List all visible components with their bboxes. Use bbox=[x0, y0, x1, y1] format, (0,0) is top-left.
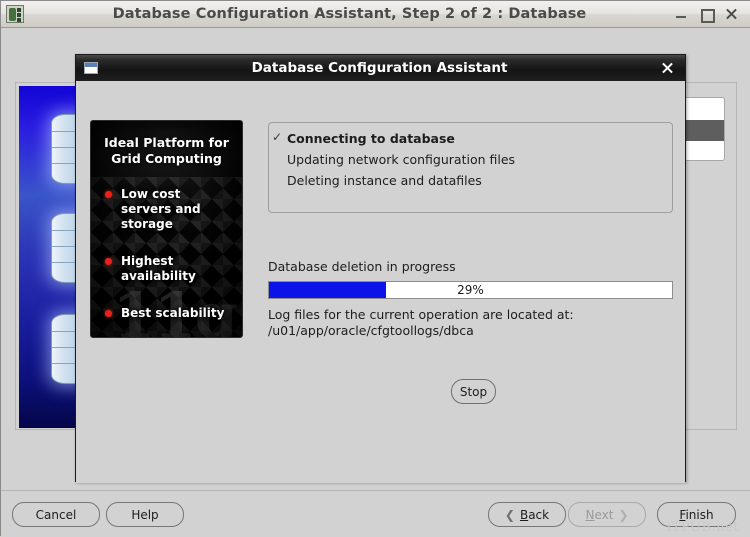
splash-bullet-item: Best scalability bbox=[105, 306, 234, 321]
cancel-button-label: Cancel bbox=[35, 507, 77, 522]
stop-button[interactable]: Stop bbox=[451, 379, 496, 404]
splash-bullet-item: Low cost servers and storage bbox=[105, 187, 234, 232]
status-step-list: ✓ Connecting to database Updating networ… bbox=[268, 122, 673, 213]
back-button[interactable]: ❮ Back bbox=[488, 502, 566, 527]
minimize-icon[interactable] bbox=[675, 8, 688, 21]
splash-heading-line1: Ideal Platform for bbox=[104, 135, 229, 150]
bullet-dot-icon bbox=[105, 191, 112, 198]
splash-bullet-label: Low cost servers and storage bbox=[121, 187, 201, 231]
cancel-button[interactable]: Cancel bbox=[12, 502, 100, 527]
status-item-current: ✓ Connecting to database bbox=[272, 128, 672, 149]
status-item: Deleting instance and datafiles bbox=[287, 170, 672, 191]
main-application-window: Database Configuration Assistant, Step 2… bbox=[0, 0, 750, 537]
chevron-right-icon: ❯ bbox=[618, 507, 629, 522]
chevron-left-icon: ❮ bbox=[504, 507, 515, 522]
back-button-label: Back bbox=[519, 507, 550, 522]
main-window-titlebar: Database Configuration Assistant, Step 2… bbox=[1, 1, 750, 28]
log-location-note: Log files for the current operation are … bbox=[268, 307, 574, 339]
progress-label: Database deletion in progress bbox=[268, 259, 456, 274]
log-note-line2: /u01/app/oracle/cfgtoollogs/dbca bbox=[268, 323, 474, 338]
stop-button-label: Stop bbox=[459, 384, 488, 399]
next-button-label: Next bbox=[585, 507, 614, 522]
help-button[interactable]: Help bbox=[106, 502, 184, 527]
oracle-database-graphic bbox=[19, 86, 79, 428]
bullet-dot-icon bbox=[105, 310, 112, 317]
close-icon[interactable] bbox=[725, 8, 738, 21]
wizard-button-bar: Cancel Help ❮ Back Next ❯ Finish ITPUB.n… bbox=[1, 490, 750, 537]
dialog-title: Database Configuration Assistant bbox=[251, 60, 508, 76]
bullet-dot-icon bbox=[105, 258, 112, 265]
window-controls bbox=[675, 8, 738, 23]
dialog-titlebar: Database Configuration Assistant bbox=[76, 55, 685, 81]
watermark: ITPUB.net bbox=[666, 520, 739, 535]
splash-bullet-list: Low cost servers and storage Highest ava… bbox=[105, 187, 234, 337]
log-note-line1: Log files for the current operation are … bbox=[268, 307, 574, 322]
window-icon bbox=[84, 62, 98, 74]
splash-bullet-item: Highest availability bbox=[105, 254, 234, 284]
check-icon: ✓ bbox=[272, 130, 283, 144]
progress-percent-label: 29% bbox=[457, 283, 484, 297]
progress-dialog: Database Configuration Assistant 11g Ide… bbox=[75, 54, 686, 483]
splash-heading: Ideal Platform for Grid Computing bbox=[91, 135, 242, 167]
dialog-body: 11g Ideal Platform for Grid Computing Lo… bbox=[76, 81, 685, 483]
splash-bullet-label: Highest availability bbox=[121, 254, 196, 283]
oracle-splash-panel: 11g Ideal Platform for Grid Computing Lo… bbox=[90, 120, 243, 338]
status-item-label: Connecting to database bbox=[287, 131, 455, 146]
splash-heading-line2: Grid Computing bbox=[111, 151, 222, 166]
oracle-dbca-icon bbox=[6, 5, 24, 23]
progress-bar: 29% bbox=[268, 281, 673, 299]
status-item-label: Updating network configuration files bbox=[287, 152, 516, 167]
status-item: Updating network configuration files bbox=[287, 149, 672, 170]
splash-bullet-label: Best scalability bbox=[121, 306, 225, 320]
help-button-label: Help bbox=[131, 507, 159, 522]
main-window-title: Database Configuration Assistant, Step 2… bbox=[112, 6, 587, 22]
dialog-close-icon[interactable] bbox=[661, 62, 674, 75]
next-button[interactable]: Next ❯ bbox=[568, 502, 646, 527]
maximize-icon[interactable] bbox=[700, 8, 715, 23]
status-item-label: Deleting instance and datafiles bbox=[287, 173, 482, 188]
